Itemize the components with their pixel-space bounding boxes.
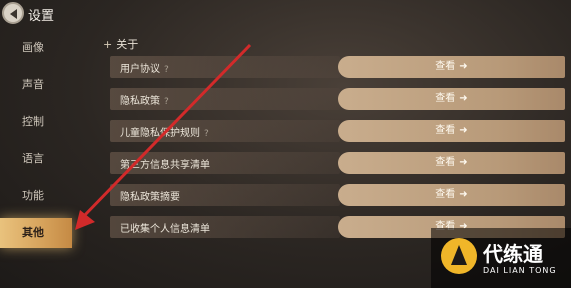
watermark-logo: 代练通 DAI LIAN TONG (431, 228, 571, 288)
logo-subtitle: DAI LIAN TONG (483, 266, 557, 275)
logo-name: 代练通 (483, 242, 543, 266)
arrow-line (80, 43, 252, 220)
logo-icon (441, 238, 477, 274)
